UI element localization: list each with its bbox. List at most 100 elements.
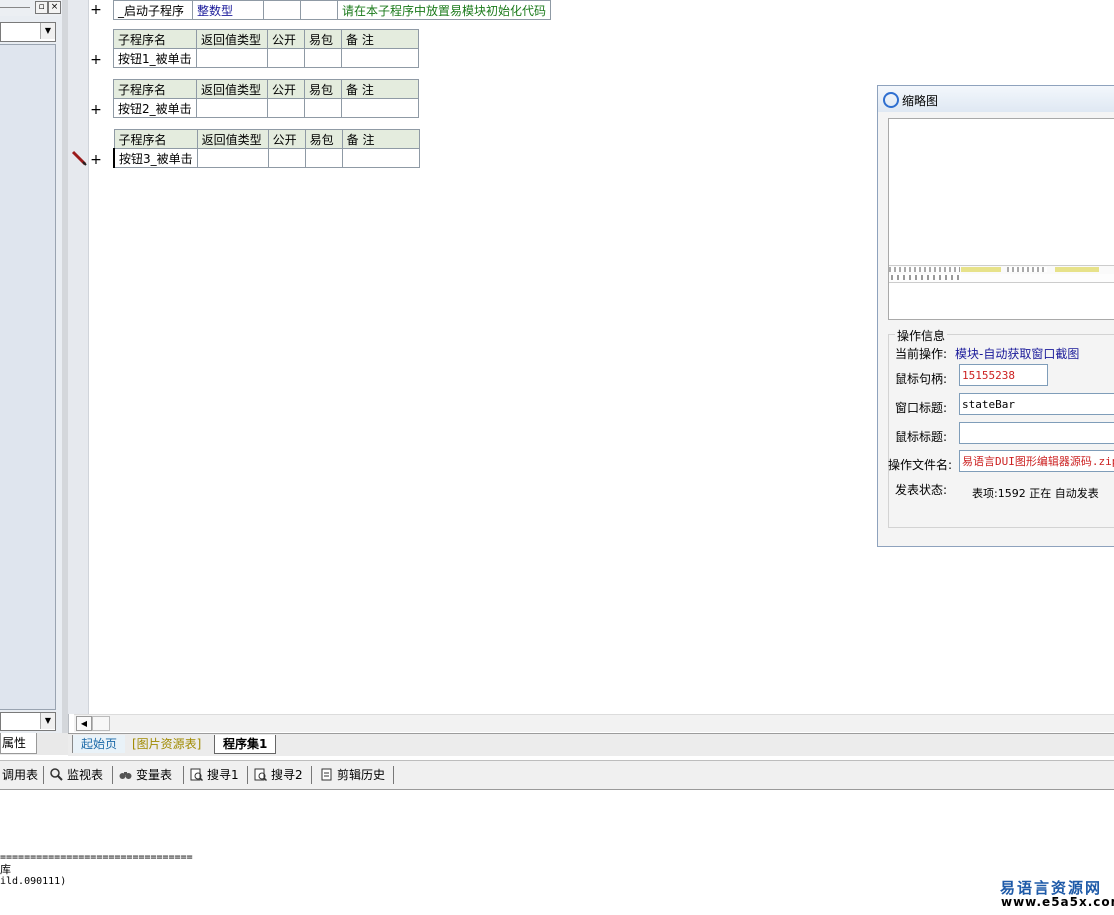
start-subroutine-table: _启动子程序 整数型 请在本子程序中放置易模块初始化代码 — [113, 0, 552, 20]
search2-button[interactable]: 搜寻2 — [254, 766, 303, 784]
subroutine-table: 子程序名 返回值类型 公开 易包 备 注 按钮3_被单击 — [112, 129, 420, 168]
watermark-url: www.e5a5x.com — [1001, 895, 1114, 909]
object-selector-dropdown[interactable]: ▼ — [0, 22, 56, 42]
table-header-row: 子程序名 返回值类型 公开 易包 备 注 — [113, 29, 419, 49]
toolbar-divider — [112, 766, 113, 784]
column-header: 子程序名 — [113, 129, 198, 149]
editor-gutter — [68, 0, 89, 714]
tab-image-resources[interactable]: [图片资源表] — [124, 735, 209, 753]
public-cell[interactable] — [267, 48, 305, 68]
tab-properties[interactable]: 属性 — [0, 733, 37, 754]
clip-history-label: 剪辑历史 — [337, 768, 386, 782]
binoculars-icon — [119, 772, 132, 779]
current-op-label: 当前操作: — [895, 347, 948, 361]
epackage-cell[interactable] — [304, 148, 343, 168]
column-header: 备 注 — [341, 29, 419, 49]
column-header: 返回值类型 — [196, 79, 268, 99]
panel-drag-grip[interactable] — [0, 7, 30, 8]
column-header: 备 注 — [341, 79, 419, 99]
property-list[interactable] — [0, 44, 56, 710]
preview-mini-buttons — [891, 275, 961, 280]
scroll-left-icon[interactable]: ◀ — [76, 716, 92, 731]
public-cell[interactable] — [267, 98, 305, 118]
op-file-field[interactable]: 易语言DUI图形编辑器源码.zip — [959, 450, 1114, 472]
horizontal-scrollbar[interactable] — [74, 714, 1114, 732]
epackage-cell[interactable] — [300, 0, 338, 20]
mouse-handle-label: 鼠标句柄: — [895, 372, 948, 386]
chevron-down-icon[interactable]: ▼ — [40, 713, 55, 729]
expand-icon[interactable]: + — [90, 3, 102, 17]
tab-program-set-1[interactable]: 程序集1 — [214, 735, 277, 754]
table-row: 按钮2_被单击 — [113, 98, 419, 118]
remark-cell[interactable] — [341, 148, 420, 168]
return-type-cell[interactable]: 整数型 — [192, 0, 264, 20]
scrollbar-thumb[interactable] — [92, 716, 110, 731]
column-header: 返回值类型 — [196, 129, 269, 149]
group-label: 操作信息 — [895, 327, 948, 344]
subroutine-name-cell[interactable]: _启动子程序 — [113, 0, 193, 20]
subroutine-table: 子程序名 返回值类型 公开 易包 备 注 按钮1_被单击 — [113, 29, 419, 68]
table-header-row: 子程序名 返回值类型 公开 易包 备 注 — [113, 79, 419, 99]
close-icon[interactable]: × — [48, 1, 61, 14]
preview-mini-tabs — [889, 267, 960, 272]
expand-icon[interactable]: + — [90, 53, 102, 67]
subroutine-name-cell[interactable]: 按钮1_被单击 — [113, 48, 197, 68]
post-status-value: 表项:1592 正在 自动发表 — [972, 487, 1099, 500]
search-doc-icon — [254, 768, 267, 781]
call-table-button[interactable]: 调用表 — [2, 766, 38, 784]
call-table-label: 调用表 — [2, 768, 39, 782]
output-separator: ================================ — [0, 852, 193, 863]
search1-button[interactable]: 搜寻1 — [190, 766, 239, 784]
column-header: 易包 — [304, 79, 342, 99]
subroutine-table: 子程序名 返回值类型 公开 易包 备 注 按钮2_被单击 — [113, 79, 419, 118]
remark-cell[interactable] — [341, 48, 419, 68]
preview-mini-toolbar — [889, 274, 1114, 283]
preview-mini-tabs — [1007, 267, 1047, 272]
chevron-down-icon[interactable]: ▼ — [40, 23, 55, 39]
table-row: 按钮3_被单击 — [112, 148, 420, 168]
preview-mini-highlight — [961, 267, 1001, 272]
window-title: 缩略图 — [902, 94, 939, 108]
expand-icon[interactable]: + — [90, 153, 102, 167]
mouse-title-label: 鼠标标题: — [895, 430, 948, 444]
thumbnail-preview — [888, 118, 1114, 320]
tab-start-page[interactable]: 起始页 — [72, 735, 126, 753]
subroutine-name-cell[interactable]: 按钮2_被单击 — [113, 98, 197, 118]
search2-label: 搜寻2 — [271, 768, 303, 782]
op-file-label: 操作文件名: — [888, 458, 953, 472]
watch-table-button[interactable]: 监视表 — [50, 766, 103, 784]
property-value-dropdown[interactable]: ▼ — [0, 712, 56, 731]
window-title-field[interactable]: stateBar — [959, 393, 1114, 415]
output-line: 库 — [0, 863, 11, 876]
variable-table-label: 变量表 — [136, 768, 173, 782]
public-cell[interactable] — [263, 0, 301, 20]
toolbar-divider — [247, 766, 248, 784]
expand-icon[interactable]: + — [90, 103, 102, 117]
column-header: 返回值类型 — [196, 29, 268, 49]
mouse-title-field[interactable] — [959, 422, 1114, 444]
epackage-cell[interactable] — [304, 98, 342, 118]
subroutine-name-cell[interactable]: 按钮3_被单击 — [112, 148, 198, 168]
magnifier-icon — [50, 768, 63, 781]
mouse-handle-field[interactable]: 15155238 — [959, 364, 1048, 386]
search1-label: 搜寻1 — [207, 768, 239, 782]
clip-history-button[interactable]: 剪辑历史 — [320, 766, 385, 784]
return-type-cell[interactable] — [196, 148, 269, 168]
preview-mini-highlight — [1055, 267, 1099, 272]
public-cell[interactable] — [267, 148, 306, 168]
clipboard-icon — [321, 768, 332, 781]
variable-table-button[interactable]: 变量表 — [119, 766, 172, 784]
output-line: ild.090111) — [0, 876, 67, 887]
remark-cell[interactable]: 请在本子程序中放置易模块初始化代码 — [336, 0, 552, 20]
watch-table-label: 监视表 — [67, 768, 104, 782]
return-type-cell[interactable] — [196, 48, 268, 68]
restore-icon[interactable]: ▫ — [35, 1, 48, 14]
current-op-value: 模块-自动获取窗口截图 — [955, 347, 1080, 361]
remark-cell[interactable] — [341, 98, 419, 118]
return-type-cell[interactable] — [196, 98, 268, 118]
column-header: 公开 — [267, 29, 305, 49]
search-doc-icon — [190, 768, 203, 781]
epackage-cell[interactable] — [304, 48, 342, 68]
window-title-label: 窗口标题: — [895, 401, 948, 415]
column-header: 子程序名 — [113, 29, 197, 49]
